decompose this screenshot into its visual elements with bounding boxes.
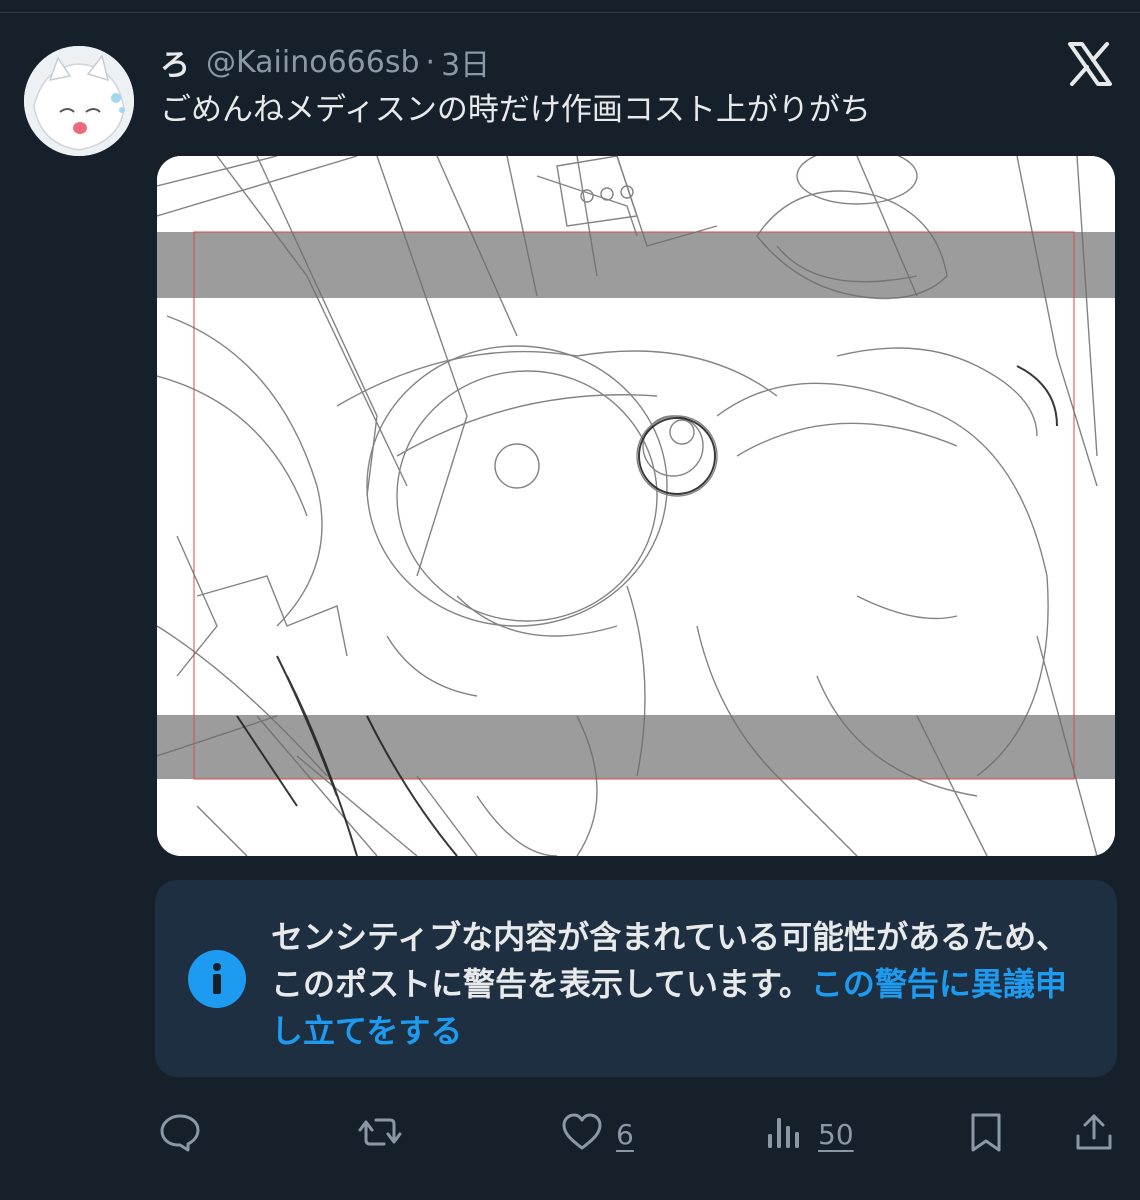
share-button[interactable] (1072, 1106, 1116, 1162)
reply-button[interactable] (158, 1106, 202, 1162)
reply-icon (158, 1110, 202, 1158)
author-display-name[interactable]: ろ (160, 40, 190, 84)
post-header: ろ @Kaiino666sb · 3日 (160, 40, 490, 84)
x-logo-icon[interactable] (1066, 40, 1114, 88)
info-icon (187, 949, 247, 1009)
post-image[interactable] (157, 156, 1115, 856)
repost-button[interactable] (358, 1106, 402, 1162)
heart-icon (560, 1110, 604, 1158)
action-bar: 6 50 (0, 1106, 1140, 1162)
share-icon (1072, 1110, 1116, 1158)
like-button[interactable]: 6 (560, 1106, 634, 1162)
separator-dot: · (425, 44, 436, 80)
author-handle[interactable]: @Kaiino666sb (206, 45, 420, 80)
top-divider (0, 0, 1140, 13)
post-text: ごめんねメディスンの時だけ作画コスト上がりがち (160, 92, 871, 128)
avatar[interactable] (24, 46, 134, 156)
views-icon (762, 1110, 806, 1158)
views-button[interactable]: 50 (762, 1106, 854, 1162)
views-count[interactable]: 50 (818, 1118, 854, 1151)
repost-icon (358, 1110, 402, 1158)
bookmark-icon (964, 1110, 1008, 1158)
sensitive-content-warning: センシティブな内容が含まれている可能性があるため、このポストに警告を表示していま… (155, 880, 1117, 1077)
bookmark-button[interactable] (964, 1106, 1008, 1162)
post-timestamp[interactable]: 3日 (441, 40, 490, 84)
like-count[interactable]: 6 (616, 1118, 634, 1151)
warning-text: センシティブな内容が含まれている可能性があるため、このポストに警告を表示していま… (271, 914, 1081, 1055)
